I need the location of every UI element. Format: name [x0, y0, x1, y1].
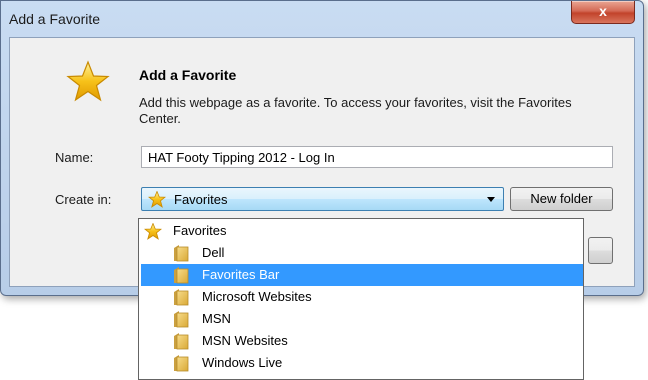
add-button-partial[interactable] [588, 237, 613, 264]
folder-icon [174, 245, 189, 262]
dropdown-item-favorites[interactable]: Favorites [143, 220, 573, 242]
chevron-down-icon [487, 197, 495, 202]
folder-icon [174, 289, 189, 306]
dropdown-item-windows-live[interactable]: Windows Live [141, 352, 583, 374]
dropdown-item-label: Favorites [173, 223, 227, 238]
dropdown-item-label: Microsoft Websites [202, 289, 312, 304]
favorite-star-icon [66, 60, 110, 102]
dropdown-item-label: MSN [202, 311, 231, 326]
favorites-star-icon [148, 191, 166, 208]
dropdown-item-label: Dell [202, 245, 225, 260]
create-in-value: Favorites [174, 192, 228, 207]
folder-dropdown-list[interactable]: Favorites Dell Favorites Bar Microsoft W… [138, 218, 584, 380]
folder-icon [174, 333, 189, 350]
create-in-dropdown[interactable]: Favorites [141, 187, 504, 211]
dialog-heading: Add a Favorite [139, 67, 237, 83]
dropdown-item-dell[interactable]: Dell [141, 242, 583, 264]
favorites-star-icon [144, 223, 162, 240]
new-folder-button[interactable]: New folder [510, 187, 613, 211]
close-icon: x [599, 3, 607, 19]
dialog-description: Add this webpage as a favorite. To acces… [139, 95, 572, 126]
dropdown-item-favorites-bar[interactable]: Favorites Bar [141, 264, 583, 286]
dropdown-item-microsoft-websites[interactable]: Microsoft Websites [141, 286, 583, 308]
dropdown-item-msn[interactable]: MSN [141, 308, 583, 330]
dropdown-item-msn-websites[interactable]: MSN Websites [141, 330, 583, 352]
name-field[interactable] [141, 146, 613, 168]
dropdown-item-label: MSN Websites [202, 333, 288, 348]
dropdown-item-label: Favorites Bar [202, 267, 280, 282]
window-title: Add a Favorite [9, 11, 101, 27]
folder-icon [174, 311, 189, 328]
dropdown-item-label: Windows Live [202, 355, 283, 370]
title-bar[interactable]: Add a Favorite x [1, 1, 643, 37]
name-label: Name: [55, 150, 94, 165]
create-in-label: Create in: [55, 192, 112, 207]
close-button[interactable]: x [571, 1, 635, 24]
folder-icon [174, 355, 189, 372]
folder-icon [174, 267, 189, 284]
